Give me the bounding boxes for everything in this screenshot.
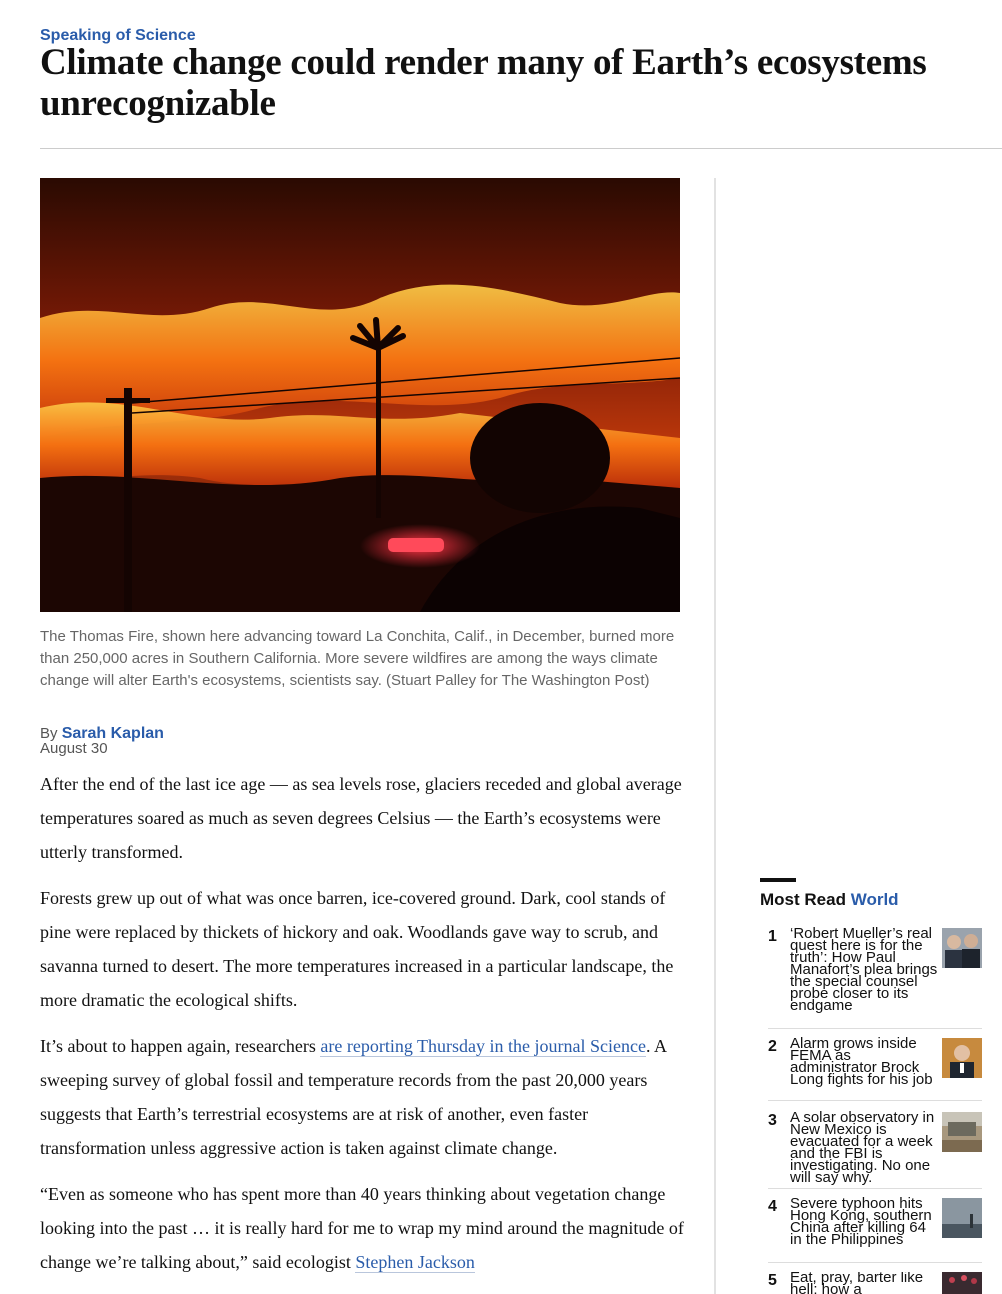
thumbnail-portraits[interactable] bbox=[942, 928, 982, 968]
thumbnail-storm[interactable] bbox=[942, 1198, 982, 1238]
text-run: It’s about to happen again, researchers bbox=[40, 1036, 321, 1056]
stephen-jackson-link[interactable]: Stephen Jackson bbox=[355, 1252, 475, 1273]
article-body: After the end of the last ice age — as s… bbox=[40, 767, 685, 1291]
thumbnail-crowd[interactable] bbox=[942, 1272, 982, 1294]
most-read-headline[interactable]: A solar observatory in New Mexico is eva… bbox=[790, 1110, 938, 1185]
most-read-title: Most Read World bbox=[760, 890, 899, 910]
most-read-headline[interactable]: Severe typhoon hits Hong Kong, southern … bbox=[790, 1196, 938, 1247]
rank-number: 3 bbox=[768, 1112, 777, 1129]
rank-number: 2 bbox=[768, 1038, 777, 1055]
rank-number: 1 bbox=[768, 928, 777, 945]
most-read-section-link[interactable]: World bbox=[851, 890, 899, 909]
photo-caption: The Thomas Fire, shown here advancing to… bbox=[40, 628, 675, 689]
list-divider bbox=[768, 1262, 982, 1263]
science-journal-link[interactable]: are reporting Thursday in the journal Sc… bbox=[320, 1036, 646, 1057]
thumbnail-portrait[interactable] bbox=[942, 1038, 982, 1078]
rank-number: 4 bbox=[768, 1198, 777, 1215]
most-read-headline[interactable]: Alarm grows inside FEMA as administrator… bbox=[790, 1036, 938, 1087]
most-read-bar bbox=[760, 878, 796, 882]
article-headline: Climate change could render many of Eart… bbox=[40, 42, 927, 124]
column-divider bbox=[714, 178, 716, 1294]
lead-photo bbox=[40, 178, 680, 612]
most-read-headline[interactable]: ‘Robert Mueller’s real quest here is for… bbox=[790, 926, 938, 1013]
most-read-headline[interactable]: Eat, pray, barter like hell: how a bbox=[790, 1272, 938, 1294]
paragraph: After the end of the last ice age — as s… bbox=[40, 774, 682, 862]
thumbnail-sign[interactable] bbox=[942, 1112, 982, 1152]
paragraph: “Even as someone who has spent more than… bbox=[40, 1177, 685, 1279]
paragraph: It’s about to happen again, researchers … bbox=[40, 1029, 685, 1165]
list-divider bbox=[768, 1188, 982, 1189]
publish-date: August 30 bbox=[40, 740, 108, 757]
most-read-label: Most Read bbox=[760, 890, 846, 909]
list-divider bbox=[768, 1028, 982, 1029]
paragraph: Forests grew up out of what was once bar… bbox=[40, 888, 674, 1010]
rank-number: 5 bbox=[768, 1272, 777, 1289]
header-divider bbox=[40, 148, 1002, 149]
list-divider bbox=[768, 1100, 982, 1101]
